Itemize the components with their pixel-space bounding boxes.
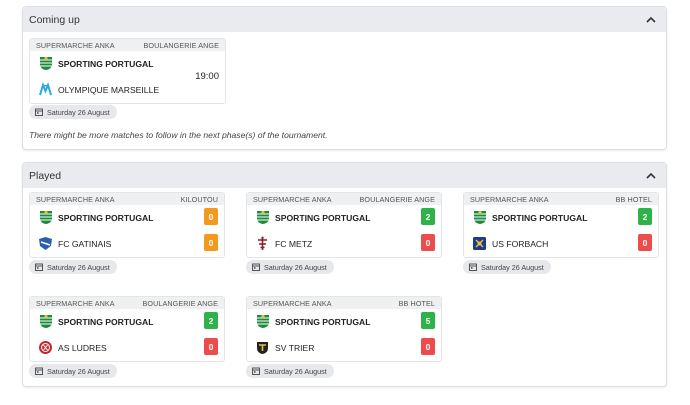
away-score: 0 <box>421 338 435 355</box>
match-right-label: BOULANGERIE ANGE <box>359 194 435 204</box>
match-card[interactable]: SUPERMARCHE ANKA BOULANGERIE ANGE SPORTING… <box>29 296 225 362</box>
away-team-name: SV TRIER <box>275 342 315 353</box>
calendar-icon <box>35 367 43 375</box>
sporting-logo <box>472 210 487 225</box>
calendar-icon <box>35 263 43 271</box>
home-team: SPORTING PORTUGAL <box>255 314 371 329</box>
match-left-label: SUPERMARCHE ANKA <box>253 194 332 204</box>
date-badge: Saturday 26 August <box>29 105 117 119</box>
away-team-name: OLYMPIQUE MARSEILLE <box>58 84 160 95</box>
away-team: US FORBACH <box>472 236 548 251</box>
date-text: Saturday 26 August <box>47 366 110 376</box>
gatinais-logo <box>38 236 53 251</box>
date-badge: Saturday 26 August <box>246 364 334 378</box>
home-team-name: SPORTING PORTUGAL <box>275 316 371 327</box>
ludres-logo <box>38 340 53 355</box>
calendar-icon <box>252 263 260 271</box>
sporting-logo <box>255 314 270 329</box>
home-team: SPORTING PORTUGAL <box>38 314 154 329</box>
calendar-icon <box>252 367 260 375</box>
chevron-up-icon[interactable] <box>644 169 658 183</box>
away-team-name: FC GATINAIS <box>58 238 112 249</box>
home-team: SPORTING PORTUGAL <box>38 56 154 71</box>
away-team: OLYMPIQUE MARSEILLE <box>38 82 159 97</box>
away-team: AS LUDRES <box>38 340 107 355</box>
home-team: SPORTING PORTUGAL <box>255 210 371 225</box>
trier-logo <box>255 340 270 355</box>
match-card-header: SUPERMARCHE ANKA BOULANGERIE ANGE <box>247 193 441 205</box>
match-card-header: SUPERMARCHE ANKA BOULANGERIE ANGE <box>30 297 224 309</box>
home-score: 2 <box>421 208 435 225</box>
date-badge: Saturday 26 August <box>29 364 117 378</box>
calendar-icon <box>35 108 43 116</box>
date-text: Saturday 26 August <box>47 107 110 117</box>
away-team: FC GATINAIS <box>38 236 111 251</box>
tournament-note: There might be more matches to follow in… <box>29 130 328 140</box>
date-badge: Saturday 26 August <box>246 260 334 274</box>
chevron-up-icon[interactable] <box>644 13 658 27</box>
away-score: 0 <box>421 234 435 251</box>
date-badge: Saturday 26 August <box>463 260 551 274</box>
marseille-logo <box>38 82 53 97</box>
coming-up-title: Coming up <box>29 13 80 26</box>
match-card-header: SUPERMARCHE ANKA BB HOTEL <box>464 193 658 205</box>
home-score: 0 <box>204 208 218 225</box>
away-team: SV TRIER <box>255 340 314 355</box>
match-card[interactable]: SUPERMARCHE ANKA KILOUTOU SPORTING PORTUGA… <box>29 192 225 258</box>
home-team-name: SPORTING PORTUGAL <box>58 58 154 69</box>
home-score: 2 <box>638 208 652 225</box>
metz-logo <box>255 236 270 251</box>
away-score: 0 <box>204 234 218 251</box>
match-right-label: BB HOTEL <box>615 194 652 204</box>
home-score: 2 <box>204 312 218 329</box>
sporting-logo <box>38 210 53 225</box>
match-card[interactable]: SUPERMARCHE ANKA BB HOTEL SPORTING PORTUGA… <box>246 296 442 362</box>
coming-up-header[interactable]: Coming up <box>23 7 666 32</box>
calendar-icon <box>469 263 477 271</box>
date-text: Saturday 26 August <box>481 262 544 272</box>
match-card-header: SUPERMARCHE ANKA BOULANGERIE ANGE <box>30 39 225 51</box>
coming-up-panel: Coming up SUPERMARCHE ANKA BOULANGERIE A… <box>22 6 667 150</box>
match-card-header: SUPERMARCHE ANKA BB HOTEL <box>247 297 441 309</box>
home-team: SPORTING PORTUGAL <box>472 210 588 225</box>
date-text: Saturday 26 August <box>47 262 110 272</box>
away-team-name: US FORBACH <box>492 238 549 249</box>
match-right-label: BOULANGERIE ANGE <box>143 40 219 50</box>
home-team: SPORTING PORTUGAL <box>38 210 154 225</box>
played-panel: Played SUPERMARCHE ANKA KILOUTOU SPORTING … <box>22 162 667 387</box>
match-left-label: SUPERMARCHE ANKA <box>36 194 115 204</box>
home-team-name: SPORTING PORTUGAL <box>275 212 371 223</box>
sporting-logo <box>38 56 53 71</box>
match-card[interactable]: SUPERMARCHE ANKA BOULANGERIE ANGE SPORTING… <box>246 192 442 258</box>
match-left-label: SUPERMARCHE ANKA <box>36 298 115 308</box>
forbach-logo <box>472 236 487 251</box>
home-team-name: SPORTING PORTUGAL <box>492 212 588 223</box>
away-team-name: AS LUDRES <box>58 342 107 353</box>
match-card[interactable]: SUPERMARCHE ANKA BOULANGERIE ANGE SPORTI… <box>29 38 226 104</box>
home-team-name: SPORTING PORTUGAL <box>58 212 154 223</box>
match-time: 19:00 <box>195 71 219 82</box>
match-left-label: SUPERMARCHE ANKA <box>470 194 549 204</box>
away-score: 0 <box>204 338 218 355</box>
date-text: Saturday 26 August <box>264 366 327 376</box>
home-team-name: SPORTING PORTUGAL <box>58 316 154 327</box>
played-header[interactable]: Played <box>23 163 666 188</box>
date-badge: Saturday 26 August <box>29 260 117 274</box>
home-score: 5 <box>421 312 435 329</box>
played-title: Played <box>29 169 62 182</box>
match-right-label: BOULANGERIE ANGE <box>142 298 218 308</box>
match-right-label: BB HOTEL <box>398 298 435 308</box>
match-left-label: SUPERMARCHE ANKA <box>36 40 115 50</box>
match-right-label: KILOUTOU <box>180 194 218 204</box>
away-team-name: FC METZ <box>275 238 313 249</box>
away-team: FC METZ <box>255 236 312 251</box>
date-text: Saturday 26 August <box>264 262 327 272</box>
match-card-header: SUPERMARCHE ANKA KILOUTOU <box>30 193 224 205</box>
sporting-logo <box>38 314 53 329</box>
match-card[interactable]: SUPERMARCHE ANKA BB HOTEL SPORTING PORTUGA… <box>463 192 659 258</box>
away-score: 0 <box>638 234 652 251</box>
sporting-logo <box>255 210 270 225</box>
match-left-label: SUPERMARCHE ANKA <box>253 298 332 308</box>
